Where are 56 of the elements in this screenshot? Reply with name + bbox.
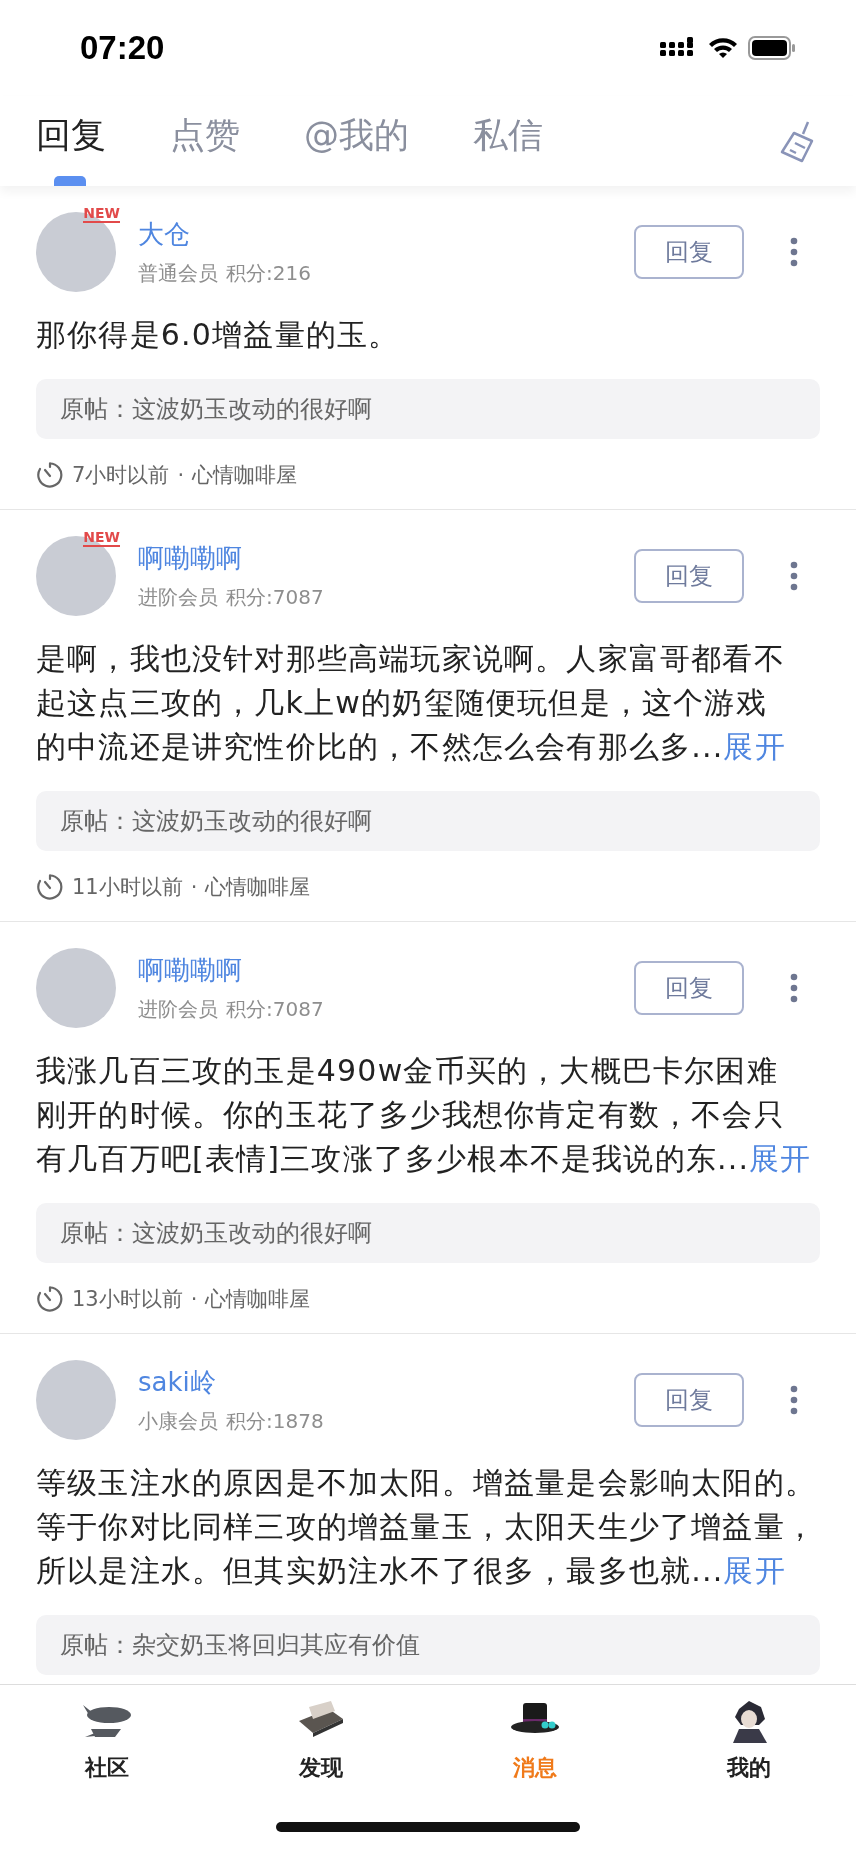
username[interactable]: 啊嘞嘞啊 — [138, 953, 634, 988]
board-name[interactable]: 心情咖啡屋 — [205, 1285, 311, 1313]
expand-link[interactable]: 展开 — [723, 729, 786, 764]
post-time: 13小时以前 — [72, 1286, 183, 1313]
board-name[interactable]: 心情咖啡屋 — [192, 461, 298, 489]
more-icon[interactable] — [790, 561, 798, 591]
new-badge: NEW — [83, 206, 120, 224]
username[interactable]: 大仓 — [138, 217, 634, 252]
original-post-quote[interactable]: 原帖：这波奶玉改动的很好啊 — [36, 379, 820, 439]
wifi-icon — [708, 37, 738, 59]
tab[interactable]: 私信 — [473, 76, 543, 186]
separator-dot: · — [177, 463, 185, 487]
reply-button[interactable]: 回复 — [634, 549, 744, 603]
nav-tab[interactable]: 发现 — [299, 1753, 343, 1783]
reply-text: 是啊，我也没针对那些高端玩家说啊。人家富哥都看不 起这点三攻的，几k上w的奶玺随便玩但是，这个游戏 的中流还是讲究性价比的，不然怎么会有那么多...展开 — [36, 640, 787, 766]
member-level: 普通会员 — [138, 260, 218, 287]
reply-button[interactable]: 回复 — [634, 1373, 744, 1427]
more-icon[interactable] — [790, 237, 798, 267]
new-badge: NEW — [83, 530, 120, 548]
separator-dot: · — [190, 875, 198, 899]
reply-text: 等级玉注水的原因是不加太阳。增益量是会影响太阳的。 等于你对比同样三攻的增益量玉，太阳天生少了增益量， 所以是注水。但其实奶注水不了很多，最多也就...展开 — [36, 1464, 817, 1590]
expand-link[interactable]: 展开 — [723, 1553, 786, 1588]
member-level: 进阶会员 — [138, 996, 218, 1023]
original-post-quote[interactable]: 原帖：这波奶玉改动的很好啊 — [36, 791, 820, 851]
reply-text: 那你得是6.0增益量的玉。 — [36, 316, 401, 354]
tab[interactable]: 回复 — [36, 76, 106, 186]
expand-link[interactable]: 展开 — [749, 1141, 812, 1176]
nav-tab[interactable]: 社区 — [85, 1753, 129, 1783]
tab[interactable]: 点赞 — [170, 76, 240, 186]
points: 积分:7087 — [226, 584, 324, 611]
clock-icon — [36, 873, 64, 901]
post-time: 11小时以前 — [72, 874, 183, 901]
status-time: 07:20 — [80, 29, 165, 67]
reply-text: 我涨几百三攻的玉是490w金币买的，大概巴卡尔困难 刚开的时候。你的玉花了多少我想你肯定有数，不会只 有几百万吧[表情]三攻涨了多少根本不是我说的东...展开 — [36, 1052, 813, 1178]
original-post-quote[interactable]: 原帖：这波奶玉改动的很好啊 — [36, 1203, 820, 1263]
nav-tab[interactable]: 消息 — [513, 1753, 557, 1783]
clock-icon — [36, 461, 64, 489]
username[interactable]: 啊嘞嘞啊 — [138, 541, 634, 576]
separator-dot: · — [190, 1287, 198, 1311]
reply-button[interactable]: 回复 — [634, 225, 744, 279]
nav-tab[interactable]: 我的 — [727, 1753, 771, 1783]
battery-icon — [748, 36, 796, 60]
points: 积分:1878 — [226, 1408, 324, 1435]
reply-button[interactable]: 回复 — [634, 961, 744, 1015]
points: 积分:216 — [226, 260, 311, 287]
original-post-quote[interactable]: 原帖：杂交奶玉将回归其应有价值 — [36, 1615, 820, 1675]
post-time: 7小时以前 — [72, 462, 170, 489]
board-name[interactable]: 心情咖啡屋 — [205, 873, 311, 901]
clock-icon — [36, 1285, 64, 1313]
member-level: 小康会员 — [138, 1408, 218, 1435]
member-level: 进阶会员 — [138, 584, 218, 611]
username[interactable]: saki岭 — [138, 1365, 634, 1400]
more-icon[interactable] — [790, 1385, 798, 1415]
more-icon[interactable] — [790, 973, 798, 1003]
tab[interactable]: @我的 — [304, 76, 409, 186]
points: 积分:7087 — [226, 996, 324, 1023]
